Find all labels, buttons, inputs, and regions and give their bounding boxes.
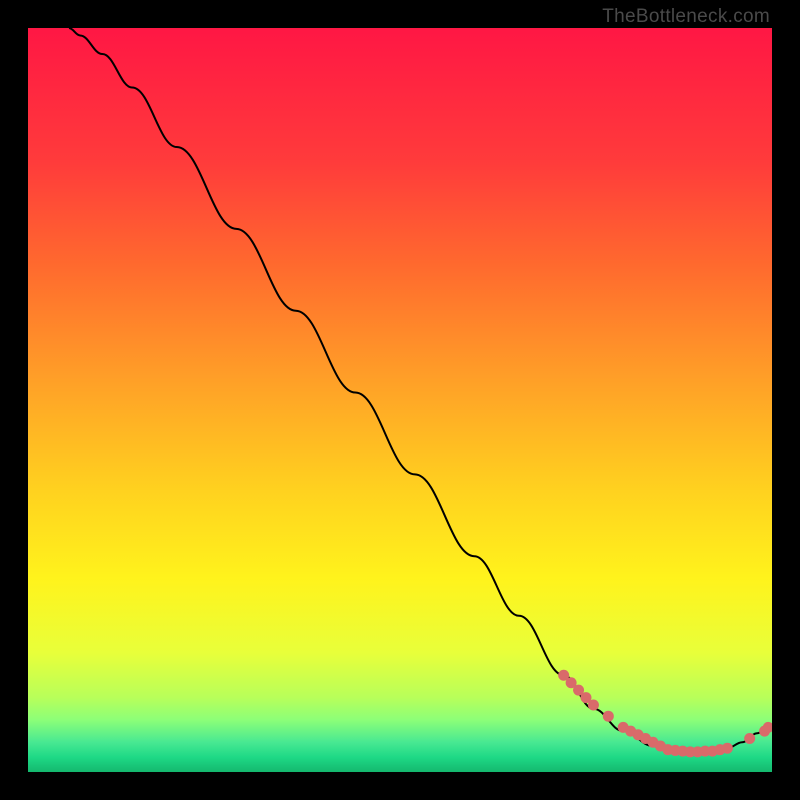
curve-line — [69, 28, 768, 752]
data-point — [744, 733, 755, 744]
data-points — [558, 670, 772, 758]
watermark-label: TheBottleneck.com — [602, 6, 770, 28]
data-point — [588, 700, 599, 711]
chart-area — [28, 28, 772, 772]
data-point — [603, 711, 614, 722]
data-point — [722, 743, 733, 754]
chart-svg — [28, 28, 772, 772]
